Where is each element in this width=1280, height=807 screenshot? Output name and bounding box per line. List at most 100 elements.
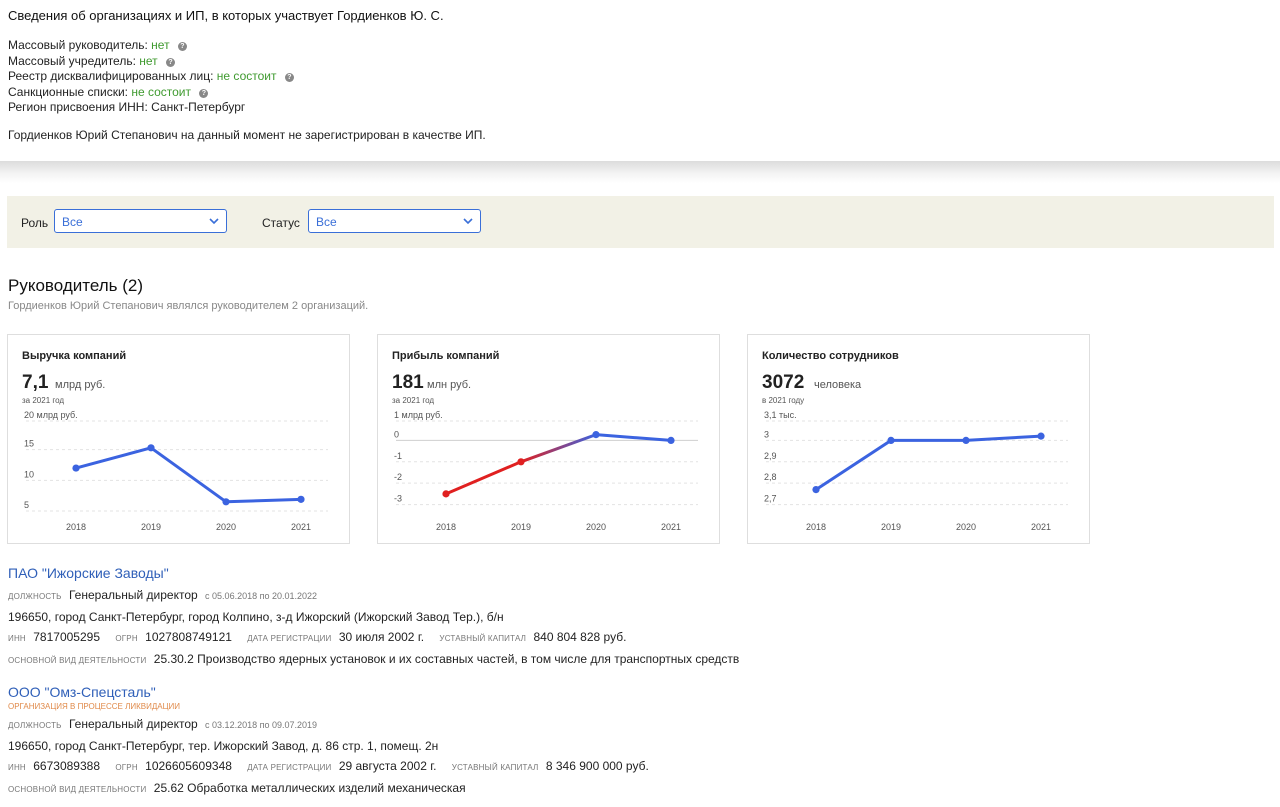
inn-label: ИНН xyxy=(8,763,26,772)
capital-value: 840 804 828 руб. xyxy=(533,630,627,644)
position-value: Генеральный директор xyxy=(68,588,198,602)
y-tick-label: 0 xyxy=(394,429,399,439)
series-line-segment xyxy=(224,497,303,504)
role-select-value: Все xyxy=(62,215,83,229)
reg-date-label: дата регистрации xyxy=(247,763,332,772)
revenue-chart: 20 млрд руб. 15 10 5 2018 2019 2020 2021 xyxy=(24,410,328,532)
data-point[interactable] xyxy=(72,464,80,472)
series-line-segment xyxy=(444,460,523,496)
help-icon[interactable]: ? xyxy=(177,42,187,51)
y-tick-label: 2,8 xyxy=(764,472,777,482)
chart-period: за 2021 год xyxy=(392,396,435,405)
employees-chart-card: Количество сотрудников 3072 человека в 2… xyxy=(747,334,1090,544)
series-line-segment xyxy=(149,446,228,504)
capital-value: 8 346 900 000 руб. xyxy=(545,759,649,773)
y-tick-label: 3 xyxy=(764,429,769,439)
disqualified-label: Реестр дисквалифицированных лиц: xyxy=(8,69,214,83)
inn-region-value: Санкт-Петербург xyxy=(151,100,246,114)
org-name-link[interactable]: ООО "Омз-Спецсталь" xyxy=(8,684,1268,700)
profit-chart-card: Прибыль компаний 181 млн руб. за 2021 го… xyxy=(377,334,720,544)
position-dates: с 03.12.2018 по 09.07.2019 xyxy=(205,720,318,730)
org-requisites-row: ИНН 6673089388 ОГРН 1026605609348 дата р… xyxy=(8,756,1268,778)
revenue-chart-card: Выручка компаний 7,1 млрд руб. за 2021 г… xyxy=(7,334,350,544)
y-tick-label: -2 xyxy=(394,472,402,482)
x-tick-label: 2020 xyxy=(956,522,976,532)
capital-label: уставный капитал xyxy=(451,763,539,772)
x-tick-label: 2021 xyxy=(291,522,311,532)
data-point[interactable] xyxy=(962,436,970,444)
chart-title: Прибыль компаний xyxy=(392,350,500,362)
disqualified-value: не состоит xyxy=(216,69,277,83)
liquidation-status: организация в процессе ликвидации xyxy=(8,702,181,711)
mass-director-value: нет xyxy=(151,38,170,52)
data-point[interactable] xyxy=(442,490,450,498)
data-point[interactable] xyxy=(812,486,820,494)
activity-label: основной вид деятельности xyxy=(8,656,147,665)
org-position-row: должность Генеральный директор с 03.12.2… xyxy=(8,714,1268,736)
activity-label: основной вид деятельности xyxy=(8,785,147,794)
help-icon[interactable]: ? xyxy=(284,73,294,82)
chart-big-value: 7,1 xyxy=(22,372,49,393)
reg-date-value: 30 июля 2002 г. xyxy=(338,630,425,644)
mass-director-row: Массовый руководитель: нет ? xyxy=(8,38,1270,54)
mass-founder-label: Массовый учредитель: xyxy=(8,53,136,68)
data-point[interactable] xyxy=(667,436,675,444)
data-point[interactable] xyxy=(592,431,600,439)
chart-big-value: 3072 xyxy=(762,372,805,393)
mass-director-label: Массовый руководитель: xyxy=(8,38,148,52)
data-point[interactable] xyxy=(887,436,895,444)
y-tick-label: 10 xyxy=(24,469,34,479)
x-tick-label: 2019 xyxy=(141,522,161,532)
series-line-segment xyxy=(519,433,598,464)
inn-region-row: Регион присвоения ИНН: Санкт-Петербург xyxy=(8,100,1270,116)
data-point[interactable] xyxy=(297,495,305,503)
ip-status-note: Гордиенков Юрий Степанович на данный мом… xyxy=(8,127,486,142)
series-line-segment xyxy=(964,434,1043,442)
ogrn-label: ОГРН xyxy=(115,763,138,772)
chevron-down-icon xyxy=(463,218,473,225)
org-card: ПАО "Ижорские Заводы" должность Генераль… xyxy=(8,565,1268,671)
role-filter-label: Роль xyxy=(21,216,49,230)
ogrn-value: 1027808749121 xyxy=(145,630,232,644)
x-tick-label: 2020 xyxy=(586,522,606,532)
y-axis-top-label: 3,1 тыс. xyxy=(764,410,797,420)
data-point[interactable] xyxy=(222,498,230,506)
org-activity-row: основной вид деятельности 25.62 Обработк… xyxy=(8,778,1268,800)
section-divider xyxy=(0,161,1280,183)
position-label: должность xyxy=(8,592,62,601)
x-tick-label: 2018 xyxy=(436,522,456,532)
org-name-link[interactable]: ПАО "Ижорские Заводы" xyxy=(8,565,1268,581)
y-axis-top-label: 20 млрд руб. xyxy=(24,410,78,420)
data-point[interactable] xyxy=(517,458,525,466)
inn-region-label: Регион присвоения ИНН: xyxy=(8,100,148,114)
disqualified-row: Реестр дисквалифицированных лиц: не сост… xyxy=(8,69,1270,85)
org-position-row: должность Генеральный директор с 05.06.2… xyxy=(8,585,1268,607)
page-title: Сведения об организациях и ИП, в которых… xyxy=(8,8,444,23)
inn-label: ИНН xyxy=(8,634,26,643)
position-label: должность xyxy=(8,721,62,730)
chart-title: Количество сотрудников xyxy=(762,350,899,362)
x-tick-label: 2020 xyxy=(216,522,236,532)
x-tick-label: 2018 xyxy=(806,522,826,532)
activity-value: 25.62 Обработка металлических изделий ме… xyxy=(153,781,466,795)
data-point[interactable] xyxy=(147,444,155,452)
role-select[interactable]: Все xyxy=(54,209,227,233)
help-icon[interactable]: ? xyxy=(166,57,176,67)
y-tick-label: 15 xyxy=(24,439,34,449)
data-point[interactable] xyxy=(1037,432,1045,440)
activity-value: 25.30.2 Производство ядерных установок и… xyxy=(153,652,740,666)
employees-chart: 3,1 тыс. 3 2,9 2,8 2,7 2018 2019 2020 2021 xyxy=(764,410,1068,532)
chart-title: Выручка компаний xyxy=(22,350,127,362)
sanctions-row: Санкционные списки: не состоит ? xyxy=(8,85,1270,101)
x-tick-label: 2021 xyxy=(661,522,681,532)
chevron-down-icon xyxy=(209,218,219,225)
y-tick-label: 2,9 xyxy=(764,451,777,461)
person-info-panel: Сведения об организациях и ИП, в которых… xyxy=(8,8,1270,142)
status-select[interactable]: Все xyxy=(308,209,481,233)
org-activity-row: основной вид деятельности 25.30.2 Произв… xyxy=(8,649,1268,671)
help-icon[interactable]: ? xyxy=(199,88,209,98)
y-tick-label: 2,7 xyxy=(764,494,777,504)
section-subtitle: Гордиенков Юрий Степанович являлся руков… xyxy=(8,300,369,312)
ogrn-label: ОГРН xyxy=(115,634,138,643)
sanctions-label: Санкционные списки: xyxy=(8,84,128,99)
